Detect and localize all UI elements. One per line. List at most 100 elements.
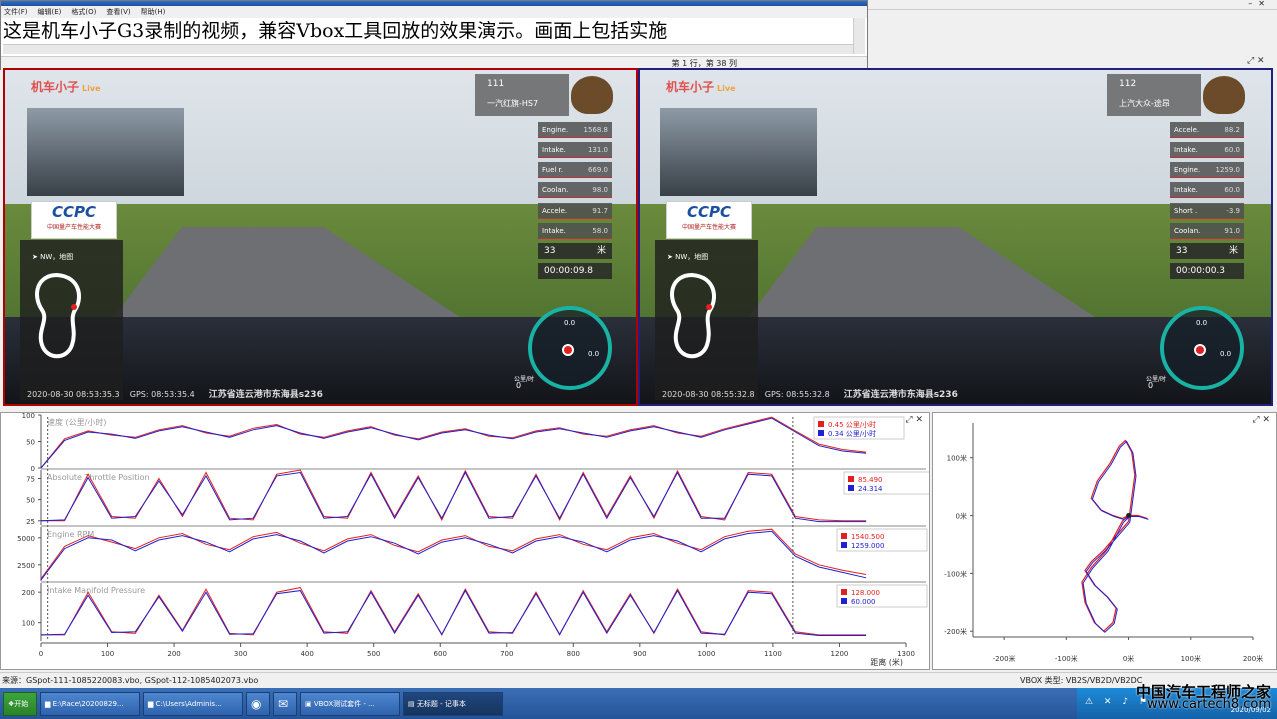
series-line (40, 417, 867, 469)
wechat-icon[interactable]: ✉ (273, 691, 297, 716)
data-graph[interactable]: 0 50 100 速度 (公里/小时) 0.45 公里/小时0.34 公里/小时 25 50… (1, 412, 935, 669)
expand-icon[interactable]: ⤢ ✕ (1247, 56, 1265, 66)
speed-value: 0 (1148, 381, 1154, 390)
taskbar-explorer-2[interactable]: ▆ C:\Users\Adminis... (143, 691, 243, 716)
folder-icon: ▆ (45, 699, 53, 708)
y-tick-label: 50 (26, 497, 35, 505)
series-line (40, 416, 867, 469)
notepad-window: 文件(F) 编辑(E) 格式(O) 查看(V) 帮助(H) 这是机车小子G3录制… (0, 0, 868, 70)
y-tick-label: 75 (26, 475, 35, 483)
ccpc-logo: CCPC 中国量产车性能大赛 (666, 201, 752, 239)
taskbar-explorer-1[interactable]: ▆ E:\Race\20200829... (40, 691, 140, 716)
lap-timer: 00:00:09.8 (538, 263, 612, 279)
track-line-blue (1082, 440, 1149, 633)
y-tick-label: 5000 (17, 535, 35, 543)
brand-logo: 机车小子 Live (666, 80, 736, 94)
legend-entry: 128.000 (851, 589, 880, 597)
gforce-gauge: 0.0 0.0 (528, 306, 612, 390)
y-tick-label: 100 (22, 620, 35, 628)
helmet-icon (571, 76, 613, 114)
car-badge: 111 一汽红旗-HS7 (475, 74, 569, 116)
brand-logo: 机车小子 Live (31, 80, 101, 94)
video-player-right[interactable]: 机车小子 Live CCPC 中国量产车性能大赛 ➤ NW，地图 112 上汽大众-… (638, 68, 1273, 406)
start-button[interactable]: ❖开始 (3, 691, 37, 716)
map-expand-icon[interactable]: ⤢ ✕ (1252, 415, 1270, 425)
window-controls[interactable]: –✕ (1248, 0, 1271, 8)
x-tick-label: 800 (567, 650, 580, 658)
ccpc-logo: CCPC 中国量产车性能大赛 (31, 201, 117, 239)
data-graph-panel[interactable]: 0 50 100 速度 (公里/小时) 0.45 公里/小时 0.34 公里/小时 25 50… (0, 412, 935, 670)
speed-value: 0 (516, 381, 522, 390)
horizontal-scrollbar[interactable] (3, 44, 853, 54)
taskbar-notepad[interactable]: ▤ 无标题 - 记事本 (403, 691, 503, 716)
map-x-tick-label: 0米 (1123, 654, 1134, 663)
watermark-url: www.cartech8.com (1147, 697, 1271, 712)
map-x-tick-label: 100米 (1181, 654, 1201, 663)
param-row: Intake. 60.0 (1170, 142, 1244, 158)
graph-title: Absolute Throttle Position (47, 473, 150, 482)
taskbar: ❖开始 ▆ E:\Race\20200829... ▆ C:\Users\Adm… (0, 688, 1277, 719)
folder-icon: ▆ (148, 699, 156, 708)
close-icon[interactable]: ✕ (1258, 0, 1271, 8)
distance-readout: 33 米 (1170, 243, 1244, 259)
menu-edit[interactable]: 编辑(E) (38, 6, 62, 18)
x-tick-label: 600 (434, 650, 447, 658)
lap-timer: 00:00:00.3 (1170, 263, 1244, 279)
menu-help[interactable]: 帮助(H) (141, 6, 166, 18)
graph-expand-icon[interactable]: ⤢ ✕ (905, 415, 923, 425)
x-tick-label: 1200 (831, 650, 849, 658)
driver-camera (660, 108, 817, 196)
menu-file[interactable]: 文件(F) (4, 6, 28, 18)
y-tick-label: 0 (31, 465, 35, 473)
track-map-panel[interactable]: -200米 -100米 0米 100米 200米 -200米 -100米 0米 100米 ⤢ ✕ (932, 412, 1277, 670)
track-map-icon (35, 272, 81, 359)
menu-view[interactable]: 查看(V) (106, 6, 130, 18)
video-info-bar: 2020-08-30 08:55:32.8 GPS: 08:55:32.8 江苏省… (662, 390, 958, 400)
x-tick-label: 1300 (897, 650, 915, 658)
legend-entry: 1259.000 (851, 542, 884, 550)
chrome-icon[interactable]: ◉ (246, 691, 270, 716)
video-info-bar: 2020-08-30 08:53:35.3 GPS: 08:53:35.4 江苏省… (27, 390, 323, 400)
menu-format[interactable]: 格式(O) (71, 6, 96, 18)
track-map[interactable]: -200米 -100米 0米 100米 200米 -200米 -100米 0米 100米 (933, 413, 1276, 669)
series-line (40, 471, 867, 523)
legend-swatch (841, 589, 847, 595)
series-line (40, 528, 867, 580)
gforce-gauge: 0.0 0.0 (1160, 306, 1244, 390)
legend-entry: 0.34 公里/小时 (828, 429, 876, 438)
x-tick-label: 400 (300, 650, 313, 658)
vertical-scrollbar[interactable] (853, 18, 865, 54)
notepad-text-area[interactable]: 这是机车小子G3录制的视频，兼容Vbox工具回放的效果演示。画面上包括实施 (3, 18, 843, 44)
legend-entry: 0.45 公里/小时 (828, 420, 876, 429)
legend-entry: 24.314 (858, 485, 883, 493)
x-tick-label: 300 (234, 650, 247, 658)
car-position-marker (1126, 513, 1132, 519)
param-row: Engine. 1259.0 (1170, 162, 1244, 178)
series-line (41, 587, 867, 636)
map-x-tick-label: 200米 (1243, 654, 1263, 663)
y-tick-label: 100 (22, 413, 35, 420)
x-axis-label: 距离 (米) (870, 657, 903, 667)
series-line (40, 589, 867, 636)
legend-swatch (848, 485, 854, 491)
video-player-left[interactable]: 机车小子 Live CCPC 中国量产车性能大赛 ➤ NW，地图 111 一汽红旗-… (3, 68, 638, 406)
nav-label: ➤ NW，地图 (667, 253, 709, 261)
graph-title: 速度 (公里/小时) (47, 417, 106, 427)
param-row: Intake. 60.0 (1170, 182, 1244, 198)
app-title-strip: –✕ (868, 0, 1277, 10)
param-row: Short . -3.9 (1170, 203, 1244, 219)
legend-entry: 1540.500 (851, 533, 884, 541)
track-line-red (1081, 439, 1148, 633)
param-row: Engine. 1568.8 (538, 122, 612, 138)
x-tick-label: 900 (633, 650, 646, 658)
nav-label: ➤ NW，地图 (32, 253, 74, 261)
x-tick-label: 200 (167, 650, 180, 658)
app-statusbar: 来源：GSpot-111-1085220083.vbo, GSpot-112-1… (0, 672, 1277, 688)
taskbar-vbox[interactable]: ▣ VBOX测试套件 - ... (300, 691, 400, 716)
minimize-icon[interactable]: – (1248, 0, 1258, 8)
x-tick-label: 1100 (764, 650, 782, 658)
legend-box (843, 471, 935, 495)
param-row: Fuel r. 669.0 (538, 162, 612, 178)
notepad-icon: ▤ (408, 699, 417, 708)
x-tick-label: 0 (39, 650, 43, 658)
